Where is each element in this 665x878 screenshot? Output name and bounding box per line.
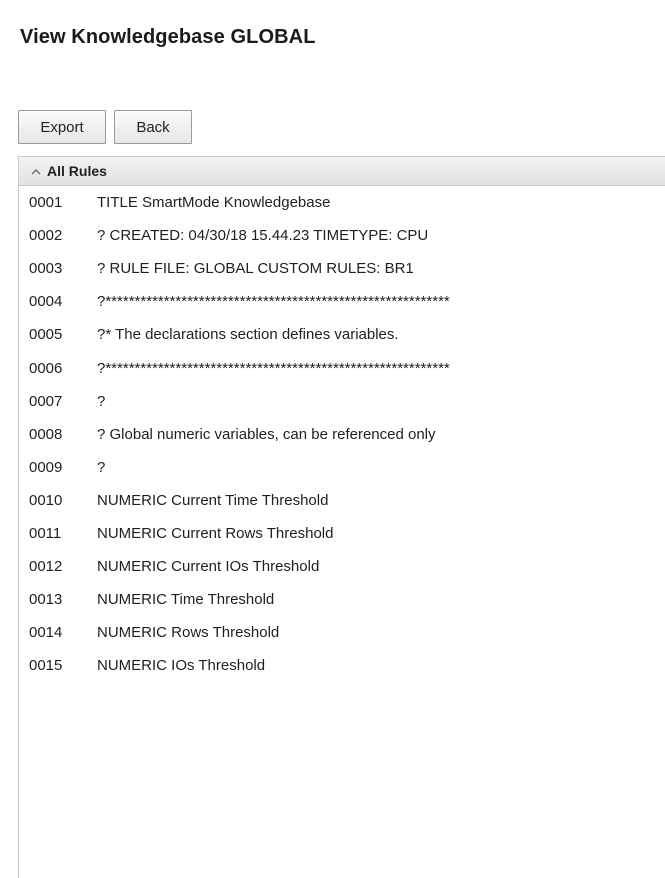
rule-number: 0007 xyxy=(29,392,63,410)
all-rules-panel: All Rules 0001 TITLE SmartMode Knowledgeb… xyxy=(18,156,665,878)
rules-list: 0001 TITLE SmartMode Knowledgebase 0002 ? C… xyxy=(19,186,665,682)
rule-number: 0004 xyxy=(29,293,63,311)
toolbar: Export Back xyxy=(18,110,192,144)
rule-row: 0011 NUMERIC Current Rows Threshold xyxy=(19,517,665,550)
rule-text: NUMERIC IOs Threshold xyxy=(97,657,266,675)
rule-row: 0001 TITLE SmartMode Knowledgebase xyxy=(19,186,665,219)
rule-number: 0015 xyxy=(29,657,63,675)
rule-row: 0007? xyxy=(19,385,665,418)
rule-row: 0006 ?***********************************… xyxy=(19,351,665,384)
rule-number: 0006 xyxy=(29,359,63,377)
rule-text: NUMERIC Time Threshold xyxy=(97,591,275,609)
rule-text: ?***************************************… xyxy=(97,293,450,311)
rule-text: ? xyxy=(97,392,106,410)
rule-number: 0011 xyxy=(29,524,62,542)
rule-number: 0001 xyxy=(29,194,63,212)
rule-number: 0009 xyxy=(29,458,63,476)
rule-text: NUMERIC Current Time Threshold xyxy=(97,491,329,509)
rule-row: 0015 NUMERIC IOs Threshold xyxy=(19,649,665,682)
all-rules-panel-header[interactable]: All Rules xyxy=(19,156,665,186)
rule-row: 0003 ? RULE FILE: GLOBAL CUSTOM RULES: BR… xyxy=(19,252,665,285)
rule-row: 0012 NUMERIC Current IOs Threshold xyxy=(19,550,665,583)
rule-text: NUMERIC Rows Threshold xyxy=(97,624,280,642)
panel-header-label: All Rules xyxy=(47,163,107,179)
back-button[interactable]: Back xyxy=(114,110,192,144)
rule-text: NUMERIC Current Rows Threshold xyxy=(97,524,334,542)
rule-row: 0002 ? CREATED: 04/30/18 15.44.23 TIMETYP… xyxy=(19,219,665,252)
rule-number: 0012 xyxy=(29,558,63,576)
chevron-up-icon[interactable] xyxy=(29,164,43,178)
rule-text: TITLE SmartMode Knowledgebase xyxy=(97,194,331,212)
rule-number: 0003 xyxy=(29,260,63,278)
rule-number: 0013 xyxy=(29,591,63,609)
rule-row: 0005 ?* The declarations section defines … xyxy=(19,318,665,351)
rule-row: 0004 ?***********************************… xyxy=(19,285,665,318)
page-title: View Knowledgebase GLOBAL xyxy=(20,26,316,48)
rule-number: 0014 xyxy=(29,624,63,642)
rule-row: 0009? xyxy=(19,451,665,484)
rule-number: 0008 xyxy=(29,425,63,443)
export-button[interactable]: Export xyxy=(18,110,106,144)
rule-row: 0013 NUMERIC Time Threshold xyxy=(19,583,665,616)
rule-row: 0014 NUMERIC Rows Threshold xyxy=(19,616,665,649)
rule-text: ? xyxy=(97,458,106,476)
rule-text: ? RULE FILE: GLOBAL CUSTOM RULES: BR1 xyxy=(97,260,414,278)
rule-row: 0010 NUMERIC Current Time Threshold xyxy=(19,484,665,517)
rule-number: 0005 xyxy=(29,326,63,344)
rule-text: ?***************************************… xyxy=(97,359,450,377)
knowledgebase-page: View Knowledgebase GLOBAL Export Back Al… xyxy=(0,0,665,878)
rule-text: ? CREATED: 04/30/18 15.44.23 TIMETYPE: C… xyxy=(97,227,429,245)
rule-number: 0002 xyxy=(29,227,63,245)
rule-text: NUMERIC Current IOs Threshold xyxy=(97,558,320,576)
rule-row: 0008 ? Global numeric variables, can be r… xyxy=(19,418,665,451)
rule-number: 0010 xyxy=(29,491,63,509)
rule-text: ?* The declarations section defines vari… xyxy=(97,326,399,344)
rule-text: ? Global numeric variables, can be refer… xyxy=(97,425,436,443)
